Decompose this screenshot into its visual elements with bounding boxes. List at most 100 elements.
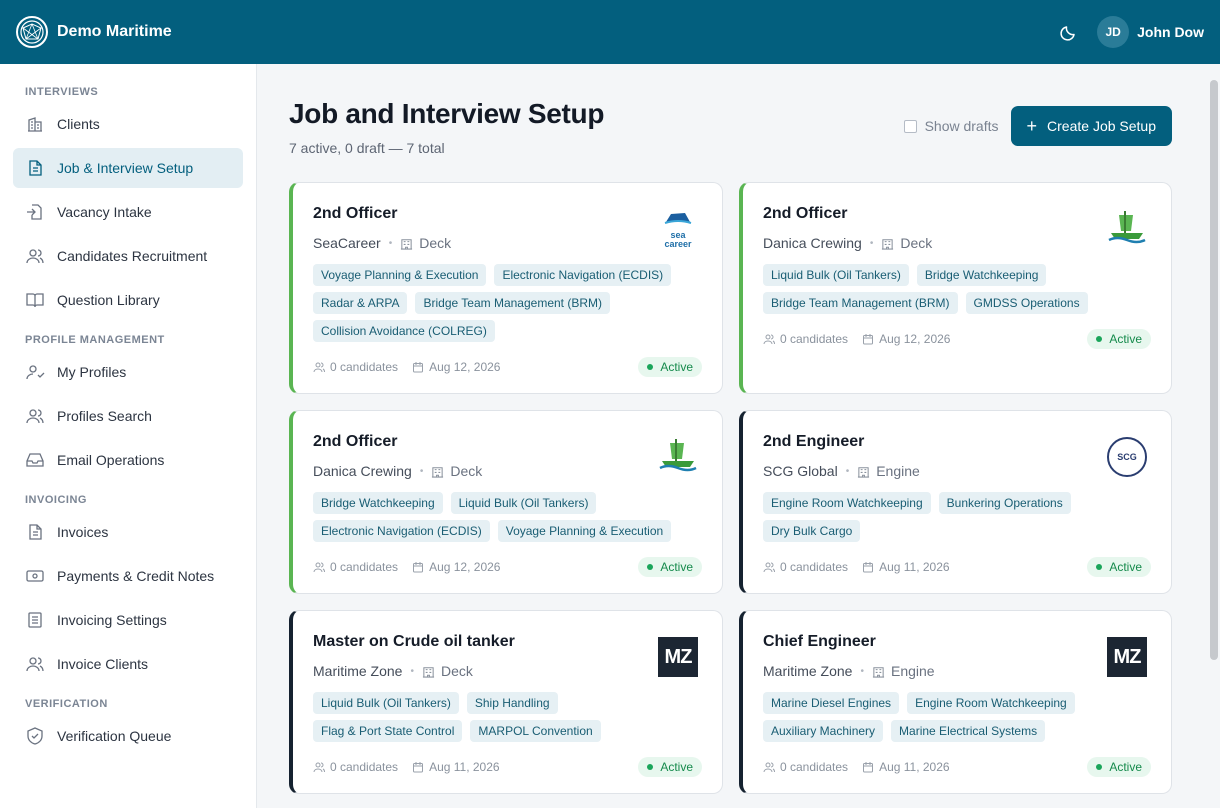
sidebar-item-payments-credit-notes[interactable]: Payments & Credit Notes xyxy=(13,556,243,596)
globe-logo-icon[interactable] xyxy=(16,16,48,48)
separator-dot: • xyxy=(869,237,874,249)
sidebar-item-invoices[interactable]: Invoices xyxy=(13,512,243,552)
sidebar-item-invoicing-settings[interactable]: Invoicing Settings xyxy=(13,600,243,640)
create-job-setup-label: Create Job Setup xyxy=(1047,118,1156,134)
company-logo: SCG xyxy=(1107,437,1147,477)
company-name: SeaCareer xyxy=(313,235,381,251)
building-icon xyxy=(25,114,45,134)
sidebar-item-clients[interactable]: Clients xyxy=(13,104,243,144)
users-icon xyxy=(313,762,325,773)
department: Engine xyxy=(876,463,920,479)
skill-tag: Liquid Bulk (Oil Tankers) xyxy=(313,692,459,714)
skill-tag: Marine Electrical Systems xyxy=(891,720,1046,742)
candidate-count: 0 candidates xyxy=(780,332,849,346)
sidebar-item-job-interview-setup[interactable]: Job & Interview Setup xyxy=(13,148,243,188)
department: Deck xyxy=(419,235,452,251)
skill-tag: Engine Room Watchkeeping xyxy=(763,492,931,514)
job-title[interactable]: 2nd Officer xyxy=(763,205,1151,223)
sidebar-item-email-operations[interactable]: Email Operations xyxy=(13,440,243,480)
sidebar-item-vacancy-intake[interactable]: Vacancy Intake xyxy=(13,192,243,232)
danica-ship-logo xyxy=(1107,209,1147,250)
book-icon xyxy=(25,290,45,310)
users-icon xyxy=(313,562,325,573)
status-dot xyxy=(1096,564,1103,570)
job-title[interactable]: 2nd Officer xyxy=(313,205,702,223)
scrollbar-thumb[interactable] xyxy=(1210,80,1218,660)
sidebar-item-my-profiles[interactable]: My Profiles xyxy=(13,352,243,392)
company-logo: MZ xyxy=(1107,637,1147,677)
department: Deck xyxy=(440,663,473,679)
file-import-icon xyxy=(25,202,45,222)
building-icon xyxy=(401,238,413,250)
sidebar-item-label: Clients xyxy=(57,116,100,132)
sidebar-item-label: Vacancy Intake xyxy=(57,204,152,220)
user-avatar[interactable]: JD xyxy=(1097,16,1130,48)
maritime-zone-logo: MZ xyxy=(1107,637,1147,677)
dark-mode-moon-icon[interactable] xyxy=(1059,22,1079,42)
job-card[interactable]: 2nd Engineer SCG Global • Engine Engine … xyxy=(739,410,1172,594)
users-icon xyxy=(313,362,325,373)
job-title[interactable]: 2nd Engineer xyxy=(763,433,1151,451)
show-drafts-checkbox[interactable] xyxy=(903,119,917,133)
status-label: Active xyxy=(1109,332,1142,346)
status-dot xyxy=(647,764,654,770)
skill-tag: Ship Handling xyxy=(466,692,558,714)
job-card[interactable]: 2nd Officer Danica Crewing • Deck Liquid… xyxy=(739,182,1172,394)
job-title[interactable]: Master on Crude oil tanker xyxy=(313,633,702,651)
skill-tag: Engine Room Watchkeeping xyxy=(907,692,1075,714)
skill-tag: Bridge Watchkeeping xyxy=(916,264,1047,286)
job-title[interactable]: 2nd Officer xyxy=(313,433,702,451)
company-name: Maritime Zone xyxy=(763,663,853,679)
job-card[interactable]: 2nd Officer Danica Crewing • Deck Bridge… xyxy=(289,410,723,594)
skill-tags: Marine Diesel Engines Engine Room Watchke… xyxy=(763,692,1133,748)
calendar-icon xyxy=(413,562,424,573)
sidebar-item-label: My Profiles xyxy=(57,364,127,380)
sidebar-item-profiles-search[interactable]: Profiles Search xyxy=(13,396,243,436)
inbox-icon xyxy=(25,450,45,470)
status-badge: Active xyxy=(1087,329,1151,349)
skill-tag: Dry Bulk Cargo xyxy=(763,520,861,542)
status-badge: Active xyxy=(1087,757,1151,777)
department: Deck xyxy=(900,235,933,251)
maritime-zone-logo: MZ xyxy=(658,637,698,677)
scrollbar[interactable] xyxy=(1210,68,1218,804)
calendar-icon xyxy=(413,762,424,773)
company-name: Danica Crewing xyxy=(763,235,862,251)
candidate-count: 0 candidates xyxy=(330,760,399,774)
user-name[interactable]: John Dow xyxy=(1137,24,1204,40)
skill-tag: Bridge Team Management (BRM) xyxy=(415,292,611,314)
company-name: Maritime Zone xyxy=(313,663,403,679)
company-logo xyxy=(1107,209,1147,249)
calendar-icon xyxy=(863,334,874,345)
building-icon xyxy=(422,666,435,678)
company-name: SCG Global xyxy=(763,463,838,479)
job-title[interactable]: Chief Engineer xyxy=(763,633,1151,651)
calendar-icon xyxy=(863,562,874,573)
status-badge: Active xyxy=(638,557,702,577)
separator-dot: • xyxy=(419,465,424,477)
status-label: Active xyxy=(1109,760,1142,774)
sidebar-item-candidates-recruitment[interactable]: Candidates Recruitment xyxy=(13,236,243,276)
users-icon xyxy=(763,562,775,573)
job-date: Aug 11, 2026 xyxy=(879,760,950,774)
show-drafts-toggle[interactable]: Show drafts xyxy=(903,118,999,134)
show-drafts-label: Show drafts xyxy=(924,118,999,134)
skill-tag: Electronic Navigation (ECDIS) xyxy=(313,520,490,542)
status-label: Active xyxy=(660,360,693,374)
status-dot xyxy=(1096,764,1103,770)
building-icon xyxy=(858,466,870,478)
sidebar-item-verification-queue[interactable]: Verification Queue xyxy=(13,716,243,756)
building-icon xyxy=(882,238,894,250)
user-check-icon xyxy=(25,362,45,382)
skill-tags: Engine Room Watchkeeping Bunkering Operat… xyxy=(763,492,1133,548)
job-card[interactable]: Chief Engineer Maritime Zone • Engine Ma… xyxy=(739,610,1172,794)
sidebar-item-question-library[interactable]: Question Library xyxy=(13,280,243,320)
candidate-count: 0 candidates xyxy=(780,760,849,774)
create-job-setup-button[interactable]: + Create Job Setup xyxy=(1010,106,1172,146)
sidebar-item-invoice-clients[interactable]: Invoice Clients xyxy=(13,644,243,684)
job-card[interactable]: 2nd Officer SeaCareer • Deck Voyage Plan… xyxy=(289,182,723,394)
skill-tag: Auxiliary Machinery xyxy=(763,720,884,742)
app-name[interactable]: Demo Maritime xyxy=(57,23,172,41)
calendar-icon xyxy=(863,762,874,773)
job-card[interactable]: Master on Crude oil tanker Maritime Zone… xyxy=(289,610,723,794)
